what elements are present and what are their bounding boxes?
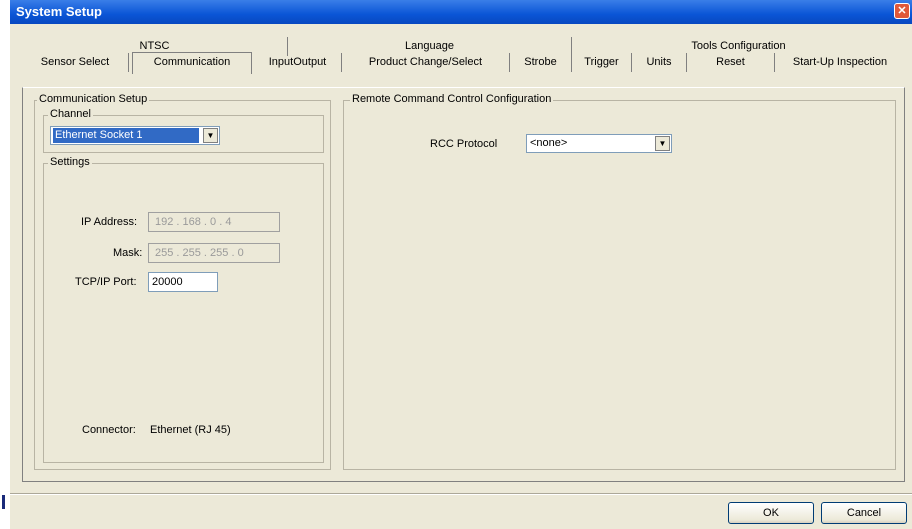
communication-tab-panel: Communication Setup Channel Ethernet Soc…	[22, 87, 905, 482]
channel-select[interactable]: Ethernet Socket 1 ▼	[50, 126, 220, 145]
close-button[interactable]: ✕	[894, 3, 910, 19]
channel-group: Channel Ethernet Socket 1 ▼	[43, 108, 324, 153]
tab-trigger[interactable]: Trigger	[572, 53, 632, 72]
rcc-group: Remote Command Control Configuration RCC…	[343, 93, 896, 470]
system-setup-dialog: System Setup ✕ NTSC Language Tools Confi…	[10, 0, 912, 529]
tab-reset[interactable]: Reset	[687, 53, 775, 72]
tcp-ip-port-label: TCP/IP Port:	[75, 276, 137, 288]
tcp-ip-port-input[interactable]: 20000	[148, 272, 218, 292]
footer-separator	[10, 493, 912, 495]
tab-label: InputOutput	[268, 56, 327, 68]
tab-label: Communication	[153, 56, 231, 68]
rcc-protocol-select[interactable]: <none> ▼	[526, 134, 672, 153]
tab-label: NTSC	[139, 40, 170, 52]
tab-label: Start-Up Inspection	[792, 56, 888, 68]
group-title: Channel	[48, 108, 93, 120]
ip-address-label: IP Address:	[81, 216, 138, 228]
mask-field[interactable]: 255 . 255 . 255 . 0	[148, 243, 280, 263]
tab-units[interactable]: Units	[632, 53, 687, 72]
settings-group: Settings IP Address: 192 . 168 . 0 . 4 M…	[43, 156, 324, 463]
rcc-protocol-selected-value: <none>	[530, 137, 568, 149]
group-title: Settings	[48, 156, 92, 168]
group-title: Communication Setup	[37, 93, 150, 105]
connector-label: Connector:	[82, 424, 136, 436]
rcc-protocol-label: RCC Protocol	[430, 138, 498, 150]
channel-selected-value: Ethernet Socket 1	[53, 128, 199, 143]
connector-value: Ethernet (RJ 45)	[150, 424, 231, 436]
tab-label: Reset	[716, 56, 745, 68]
left-edge-mark	[2, 495, 5, 509]
tab-sensor-select[interactable]: Sensor Select	[22, 53, 129, 72]
tab-communication[interactable]: Communication	[132, 52, 252, 74]
tab-row-bottom: Sensor Select Communication InputOutput …	[22, 52, 905, 74]
chevron-down-icon[interactable]: ▼	[655, 136, 670, 151]
group-title: Remote Command Control Configuration	[350, 93, 554, 105]
tab-label: Trigger	[584, 56, 619, 68]
tab-label: Language	[405, 40, 454, 52]
chevron-down-icon[interactable]: ▼	[203, 128, 218, 143]
tab-label: Sensor Select	[40, 56, 110, 68]
communication-setup-group: Communication Setup Channel Ethernet Soc…	[34, 93, 331, 470]
ok-button[interactable]: OK	[728, 502, 814, 524]
tab-label: Tools Configuration	[691, 40, 786, 52]
tab-label: Units	[646, 56, 672, 68]
tab-product-change-select[interactable]: Product Change/Select	[342, 53, 510, 72]
tab-inputoutput[interactable]: InputOutput	[254, 53, 342, 72]
ip-address-field[interactable]: 192 . 168 . 0 . 4	[148, 212, 280, 232]
tab-label: Product Change/Select	[368, 56, 483, 68]
tab-label: Strobe	[524, 56, 557, 68]
cancel-button[interactable]: Cancel	[821, 502, 907, 524]
tab-strobe[interactable]: Strobe	[510, 53, 572, 72]
close-icon: ✕	[897, 5, 907, 17]
mask-label: Mask:	[113, 247, 143, 259]
tab-start-up-inspection[interactable]: Start-Up Inspection	[775, 53, 905, 72]
window-title: System Setup	[16, 4, 102, 19]
left-edge	[0, 0, 10, 529]
title-bar[interactable]: System Setup ✕	[10, 0, 912, 24]
